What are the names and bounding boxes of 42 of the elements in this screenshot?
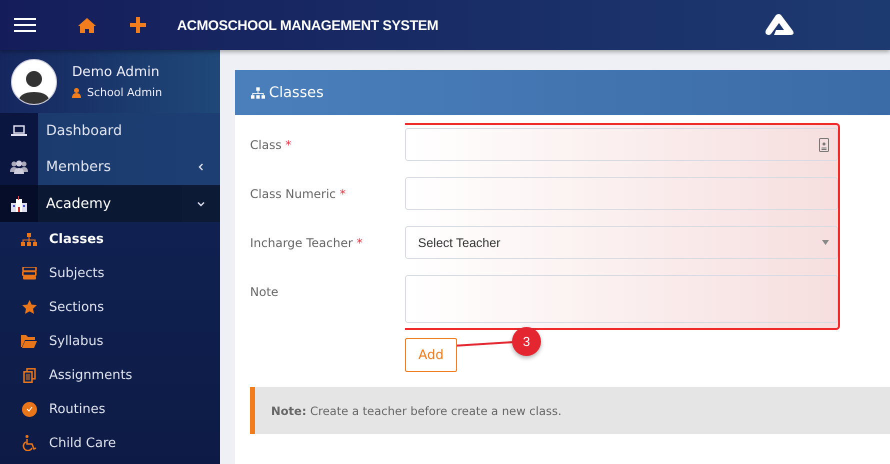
menu-button[interactable] bbox=[14, 18, 36, 32]
step-badge: 3 bbox=[512, 327, 541, 356]
user-name: Demo Admin bbox=[72, 64, 160, 80]
folder-icon bbox=[21, 334, 37, 348]
star-icon bbox=[22, 300, 36, 314]
field-label: Class Numeric * bbox=[250, 186, 347, 203]
note-message: Note: Create a teacher before create a new class. bbox=[250, 387, 890, 434]
submenu-item[interactable]: Syllabus bbox=[0, 324, 220, 358]
sidebar-item[interactable]: Members bbox=[0, 149, 220, 185]
wheelchair-icon bbox=[22, 435, 36, 451]
sitemap-icon bbox=[251, 86, 265, 98]
input-field[interactable] bbox=[405, 128, 838, 161]
submenu-item[interactable]: Assignments bbox=[0, 358, 220, 392]
files-icon bbox=[22, 368, 36, 382]
laptop-icon bbox=[11, 125, 27, 137]
plus-icon[interactable] bbox=[130, 17, 146, 33]
app-title: ACMOSCHOOL MANAGEMENT SYSTEM bbox=[177, 17, 438, 33]
user-role: School Admin bbox=[87, 86, 162, 99]
sidebar-item[interactable]: Academy bbox=[0, 185, 220, 222]
sidebar-item[interactable]: Dashboard bbox=[0, 113, 220, 149]
contact-card-icon bbox=[819, 138, 829, 152]
submenu-item[interactable]: Subjects bbox=[0, 256, 220, 290]
avatar bbox=[11, 58, 57, 104]
submenu-item[interactable]: Child Care bbox=[0, 426, 220, 460]
teacher-select[interactable]: Select Teacher bbox=[405, 226, 838, 259]
field-label: Note bbox=[250, 284, 280, 301]
school-building-icon bbox=[10, 196, 28, 212]
submenu-item[interactable]: Sections bbox=[0, 290, 220, 324]
sitemap-icon bbox=[21, 232, 37, 246]
input-field[interactable] bbox=[405, 177, 838, 210]
user-icon bbox=[72, 88, 81, 98]
submenu-item[interactable]: Routines bbox=[0, 392, 220, 426]
logo-icon bbox=[764, 14, 794, 36]
submenu-item[interactable]: Classes bbox=[0, 222, 220, 256]
books-icon bbox=[22, 266, 36, 280]
users-icon bbox=[10, 160, 28, 174]
note-field[interactable] bbox=[405, 275, 838, 323]
dropdown-arrow-icon bbox=[822, 240, 829, 245]
field-label: Incharge Teacher * bbox=[250, 235, 364, 252]
home-icon[interactable] bbox=[78, 18, 96, 32]
field-label: Class * bbox=[250, 137, 292, 154]
panel-title: Classes bbox=[269, 84, 324, 100]
